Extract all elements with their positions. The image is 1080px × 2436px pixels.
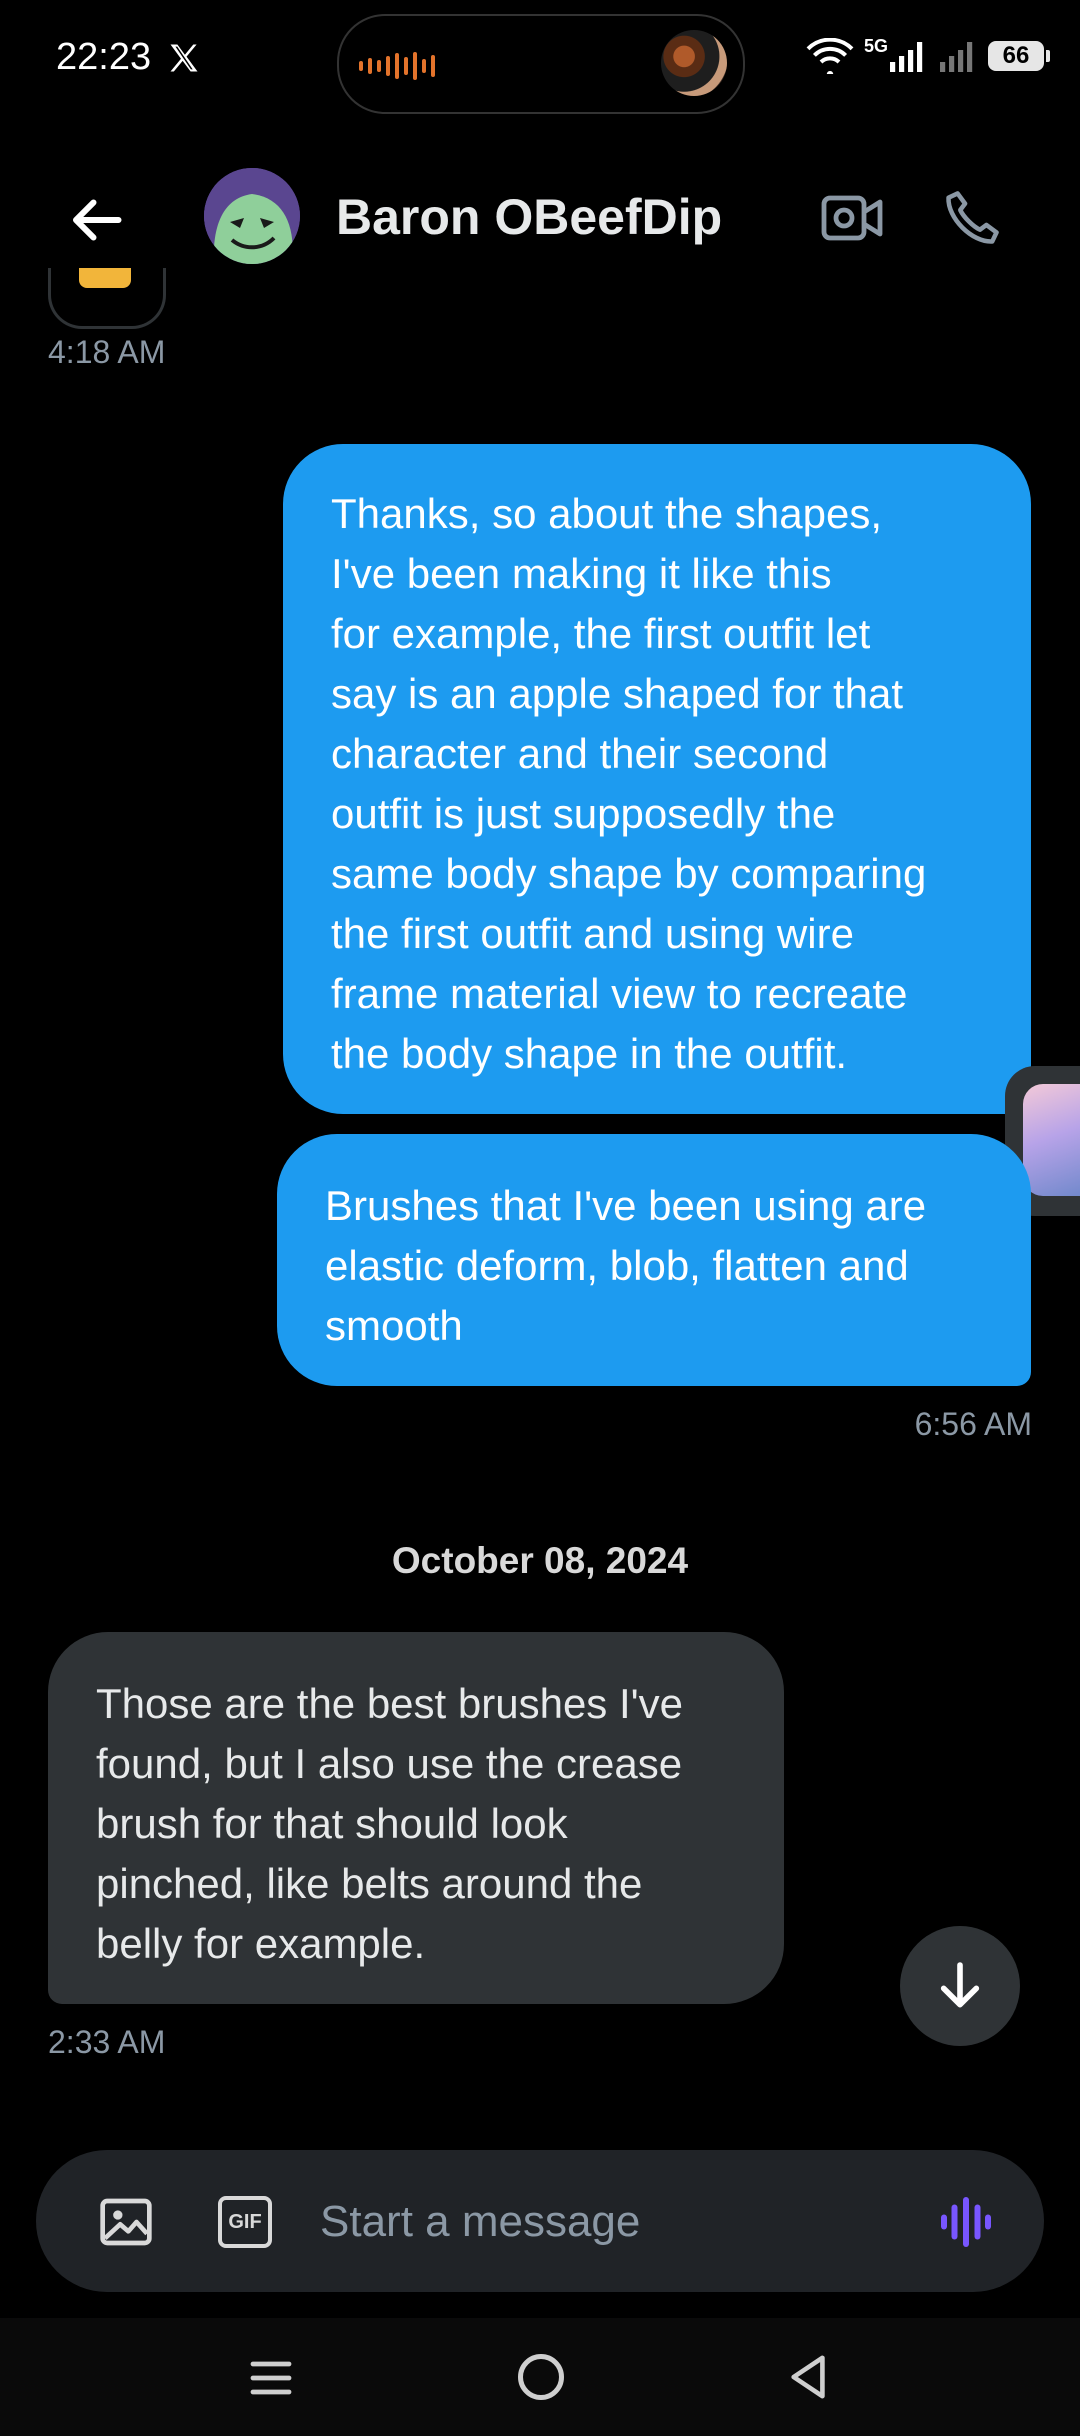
avatar-image — [204, 168, 300, 264]
x-logo-icon — [170, 44, 198, 72]
message-text-line: pinched, like belts around the — [96, 1860, 643, 1907]
arrow-down-icon — [940, 1962, 980, 2008]
phone-call-icon[interactable] — [940, 186, 1004, 250]
message-text-line: the body shape in the outfit. — [331, 1030, 848, 1077]
previous-message-bubble[interactable] — [48, 268, 166, 329]
contact-name[interactable]: Baron OBeefDip — [336, 188, 722, 246]
message-text-line: smooth — [325, 1302, 463, 1349]
message-text-line: brush for that should look — [96, 1800, 568, 1847]
battery-indicator: 66 — [988, 41, 1050, 71]
message-text-line: belly for example. — [96, 1920, 426, 1967]
recent-apps-icon[interactable] — [246, 2354, 296, 2402]
home-button-icon[interactable] — [518, 2354, 564, 2400]
message-timestamp: 2:33 AM — [48, 2024, 166, 2060]
voice-message-icon[interactable] — [936, 2192, 996, 2252]
audio-waveform-icon — [359, 52, 435, 80]
dm-conversation-screen: 22:23 5G 66 Baron OBeefDip 4:18 AM Thank… — [0, 0, 1080, 2436]
message-text-line: Thanks, so about the shapes, — [331, 490, 883, 537]
message-text-line: Those are the best brushes I've — [96, 1680, 684, 1727]
status-time: 22:23 — [56, 36, 152, 78]
scroll-to-bottom-button[interactable] — [900, 1926, 1020, 2046]
message-timestamp: 6:56 AM — [914, 1406, 1032, 1442]
message-text-line: found, but I also use the crease — [96, 1740, 683, 1787]
back-arrow-icon[interactable] — [66, 190, 126, 250]
message-text-line: Brushes that I've been using are — [325, 1182, 927, 1229]
message-timestamp: 4:18 AM — [48, 334, 166, 370]
gif-button[interactable]: GIF — [218, 2196, 272, 2248]
message-text-line: outfit is just supposedly the — [331, 790, 836, 837]
network-type: 5G — [863, 35, 888, 56]
message-text-line: I've been making it like this — [331, 550, 832, 597]
incoming-message-bubble[interactable]: Those are the best brushes I've found, b… — [48, 1632, 784, 2004]
now-playing-thumbnail — [661, 30, 727, 96]
message-text-line: same body shape by comparing — [331, 850, 927, 897]
signal-strength-secondary-icon — [940, 42, 973, 72]
system-navigation-bar — [0, 2318, 1080, 2436]
message-text-line: character and their second — [331, 730, 829, 777]
image-media-icon[interactable] — [98, 2194, 154, 2250]
emoji-fragment — [79, 268, 131, 288]
status-indicators: 5G 66 — [806, 35, 1050, 74]
contact-avatar[interactable] — [204, 168, 300, 264]
conversation-header: Baron OBeefDip — [0, 150, 1080, 280]
message-text-line: elastic deform, blob, flatten and — [325, 1242, 909, 1289]
message-input[interactable] — [318, 2190, 882, 2254]
signal-strength-icon — [890, 42, 923, 72]
message-composer: GIF — [36, 2150, 1044, 2292]
system-back-icon[interactable] — [786, 2352, 832, 2402]
date-separator: October 08, 2024 — [391, 1540, 689, 1581]
outgoing-message-bubble[interactable]: Thanks, so about the shapes, I've been m… — [283, 444, 1031, 1114]
message-text-line: frame material view to recreate — [331, 970, 908, 1017]
dynamic-island[interactable] — [337, 14, 745, 114]
outgoing-message-bubble[interactable]: Brushes that I've been using are elastic… — [277, 1134, 1031, 1386]
message-text-line: the first outfit and using wire — [331, 910, 854, 957]
status-bar: 22:23 5G 66 — [0, 0, 1080, 120]
video-call-icon[interactable] — [820, 190, 884, 246]
wifi-icon — [806, 38, 854, 74]
message-text-line: say is an apple shaped for that — [331, 670, 904, 717]
message-text-line: for example, the first outfit let — [331, 610, 871, 657]
floating-app-thumbnail — [1023, 1084, 1080, 1196]
